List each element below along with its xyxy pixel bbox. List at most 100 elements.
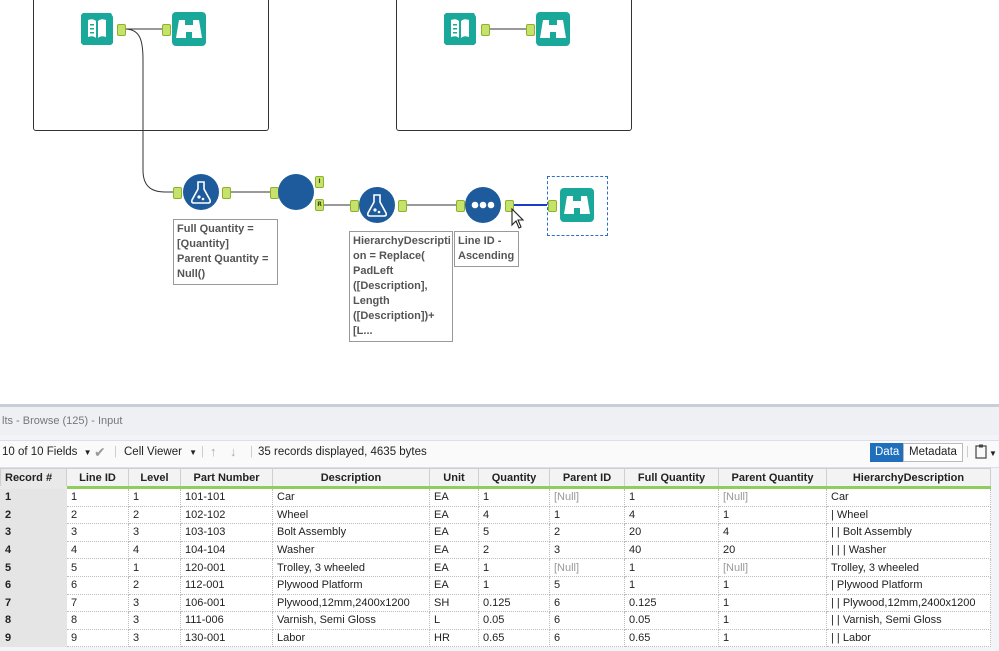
input-anchor[interactable] (456, 200, 465, 212)
table-cell[interactable]: 101-101 (180, 487, 273, 507)
join-tool[interactable] (278, 174, 314, 210)
output-anchor[interactable] (117, 24, 126, 36)
chevron-down-icon[interactable]: ▼ (989, 449, 997, 458)
table-cell[interactable]: 9 (66, 628, 129, 648)
column-header[interactable]: Parent Quantity (718, 468, 827, 489)
table-cell[interactable]: Car (272, 487, 430, 507)
table-cell[interactable]: 1 (718, 575, 827, 595)
table-cell[interactable]: 0.05 (624, 611, 719, 630)
table-cell[interactable]: 0.05 (478, 611, 550, 630)
table-cell[interactable]: 1 (718, 593, 827, 613)
input-anchor[interactable] (350, 200, 359, 212)
table-cell[interactable]: 8 (66, 611, 129, 630)
table-cell[interactable]: 4 (66, 540, 129, 560)
table-cell[interactable]: 106-001 (180, 593, 273, 613)
formula-tool-1[interactable] (183, 174, 219, 210)
table-cell[interactable]: [Null] (549, 487, 625, 507)
table-cell[interactable]: HR (429, 628, 479, 648)
table-cell[interactable]: 1 (718, 628, 827, 648)
table-cell[interactable]: 120-001 (180, 558, 273, 577)
table-cell[interactable]: EA (429, 558, 479, 577)
table-cell[interactable]: 2 (128, 505, 181, 525)
table-cell[interactable]: 4 (718, 523, 827, 542)
table-cell[interactable]: 111-006 (180, 611, 273, 630)
column-header[interactable]: Level (128, 468, 181, 489)
table-cell[interactable]: 130-001 (180, 628, 273, 648)
table-cell[interactable]: 0.125 (478, 593, 550, 613)
output-anchor[interactable] (481, 24, 490, 36)
table-cell[interactable]: Plywood Platform (272, 575, 430, 595)
input-data-tool-1[interactable] (79, 11, 115, 47)
table-cell[interactable]: 112-001 (180, 575, 273, 595)
anchor-r[interactable]: R (315, 199, 324, 211)
input-data-tool-2[interactable] (442, 11, 478, 47)
table-cell[interactable]: Varnish, Semi Gloss (272, 611, 430, 630)
table-cell[interactable]: 40 (624, 540, 719, 560)
record-number-cell[interactable]: 2 (0, 505, 67, 525)
record-number-cell[interactable]: 9 (0, 628, 67, 648)
column-header[interactable]: Description (272, 468, 430, 489)
data-tab-button[interactable]: Data (870, 443, 905, 462)
column-header[interactable]: Part Number (180, 468, 273, 489)
table-cell[interactable]: | | Plywood,12mm,2400x1200 (826, 593, 991, 613)
table-row[interactable]: 7 7 3 106-001 Plywood,12mm,2400x1200 SH 0.125 6… (0, 593, 991, 613)
record-number-cell[interactable]: 4 (0, 540, 67, 560)
table-cell[interactable]: | | Labor (826, 628, 991, 648)
table-cell[interactable]: 20 (624, 523, 719, 542)
table-cell[interactable]: 1 (624, 487, 719, 507)
table-cell[interactable]: 1 (478, 575, 550, 595)
anchor-i[interactable]: I (315, 176, 324, 188)
table-cell[interactable]: | Wheel (826, 505, 991, 525)
input-anchor[interactable] (548, 200, 557, 212)
table-cell[interactable]: Wheel (272, 505, 430, 525)
table-cell[interactable]: EA (429, 575, 479, 595)
table-cell[interactable]: Trolley, 3 wheeled (826, 558, 991, 577)
column-header[interactable]: Quantity (478, 468, 550, 489)
table-cell[interactable]: Car (826, 487, 991, 507)
table-cell[interactable]: SH (429, 593, 479, 613)
table-cell[interactable]: 1 (549, 505, 625, 525)
table-cell[interactable]: | | Varnish, Semi Gloss (826, 611, 991, 630)
table-cell[interactable]: 7 (66, 593, 129, 613)
record-number-cell[interactable]: 8 (0, 611, 67, 630)
table-cell[interactable]: [Null] (549, 558, 625, 577)
column-header[interactable]: Full Quantity (624, 468, 719, 489)
table-cell[interactable]: 3 (66, 523, 129, 542)
table-cell[interactable]: 4 (624, 505, 719, 525)
table-cell[interactable]: | | | Washer (826, 540, 991, 560)
browse-tool-3[interactable] (559, 187, 595, 223)
table-cell[interactable]: 2 (66, 505, 129, 525)
table-row[interactable]: 9 9 3 130-001 Labor HR 0.65 6 0.65 1 | | Labor (0, 628, 991, 648)
output-anchor[interactable] (398, 200, 407, 212)
input-anchor[interactable] (173, 187, 182, 199)
input-anchor[interactable] (526, 24, 535, 36)
table-cell[interactable]: 4 (478, 505, 550, 525)
table-cell[interactable]: Plywood,12mm,2400x1200 (272, 593, 430, 613)
table-cell[interactable]: 5 (66, 558, 129, 577)
table-cell[interactable]: Labor (272, 628, 430, 648)
output-anchor[interactable] (222, 187, 231, 199)
column-header[interactable]: Parent ID (549, 468, 625, 489)
table-cell[interactable]: 3 (549, 540, 625, 560)
table-cell[interactable]: Bolt Assembly (272, 523, 430, 542)
arrow-down-icon[interactable]: ↓ (230, 444, 237, 459)
record-number-cell[interactable]: 7 (0, 593, 67, 613)
table-cell[interactable]: 20 (718, 540, 827, 560)
table-cell[interactable]: EA (429, 505, 479, 525)
record-number-cell[interactable]: 5 (0, 558, 67, 577)
table-cell[interactable]: 1 (66, 487, 129, 507)
table-cell[interactable]: | Plywood Platform (826, 575, 991, 595)
table-row[interactable]: 2 2 2 102-102 Wheel EA 4 1 4 1 | Wheel (0, 505, 991, 525)
column-header[interactable]: Record # (0, 468, 67, 489)
checkmark-icon[interactable]: ✔ (94, 444, 106, 461)
table-row[interactable]: 3 3 3 103-103 Bolt Assembly EA 5 2 20 4 | | Bolt A… (0, 523, 991, 542)
table-row[interactable]: 5 5 1 120-001 Trolley, 3 wheeled EA 1 [Null] 1 [N… (0, 558, 991, 577)
fields-selector[interactable]: 10 of 10 Fields ▼ (2, 446, 92, 458)
browse-tool-1[interactable] (171, 11, 207, 47)
table-cell[interactable]: 3 (128, 611, 181, 630)
clipboard-icon[interactable] (975, 444, 987, 462)
table-cell[interactable]: EA (429, 487, 479, 507)
record-number-cell[interactable]: 6 (0, 575, 67, 595)
cell-viewer-selector[interactable]: Cell Viewer ▼ (124, 446, 197, 458)
table-cell[interactable]: 1 (624, 575, 719, 595)
